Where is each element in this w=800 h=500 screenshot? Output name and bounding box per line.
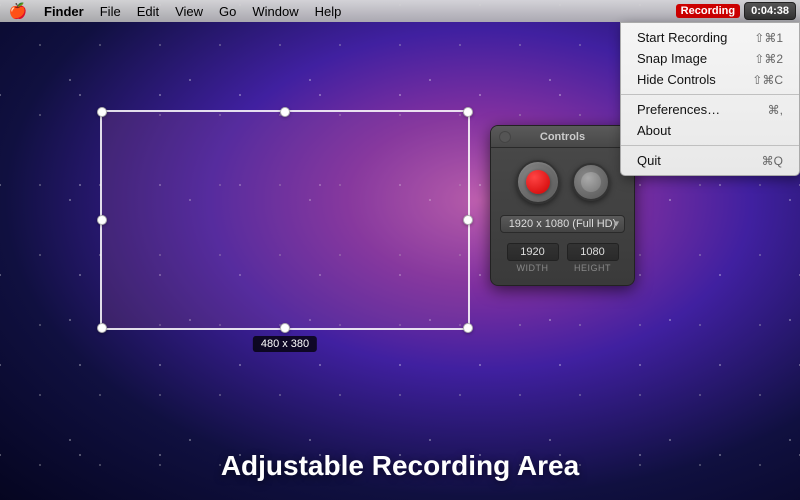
handle-top-right[interactable] [463, 107, 473, 117]
menu-about[interactable]: About [621, 120, 799, 141]
controls-close-button[interactable] [499, 131, 511, 143]
height-input[interactable] [567, 243, 619, 261]
snap-button[interactable] [572, 163, 610, 201]
menu-edit[interactable]: Edit [129, 0, 167, 22]
menu-file[interactable]: File [92, 0, 129, 22]
menu-divider-1 [621, 94, 799, 95]
handle-bottom-center[interactable] [280, 323, 290, 333]
menu-finder[interactable]: Finder [36, 0, 92, 22]
height-input-group: HEIGHT [567, 243, 619, 273]
menu-item-label: Hide Controls [637, 72, 716, 87]
menu-item-label: Preferences… [637, 102, 720, 117]
controls-panel: Controls 1920 x 1080 (Full HD) WIDTH [490, 125, 635, 286]
menu-help[interactable]: Help [307, 0, 350, 22]
dimension-tooltip: 480 x 380 [253, 336, 317, 352]
width-input[interactable] [507, 243, 559, 261]
menu-item-label: Snap Image [637, 51, 707, 66]
menu-snap-image[interactable]: Snap Image ⇧⌘2 [621, 48, 799, 69]
controls-titlebar: Controls [491, 126, 634, 148]
height-label: HEIGHT [574, 263, 611, 273]
dimension-inputs: WIDTH HEIGHT [507, 243, 619, 273]
width-input-group: WIDTH [507, 243, 559, 273]
menu-item-label: About [637, 123, 671, 138]
bottom-title: Adjustable Recording Area [0, 450, 800, 482]
snap-icon [581, 172, 601, 192]
controls-buttons [516, 160, 610, 204]
menu-view[interactable]: View [167, 0, 211, 22]
handle-bottom-left[interactable] [97, 323, 107, 333]
menu-item-label: Start Recording [637, 30, 727, 45]
width-label: WIDTH [517, 263, 549, 273]
recording-area[interactable]: 480 x 380 [100, 110, 470, 330]
menu-preferences[interactable]: Preferences… ⌘, [621, 99, 799, 120]
menu-go[interactable]: Go [211, 0, 244, 22]
menu-item-shortcut: ⌘Q [762, 154, 783, 168]
menu-start-recording[interactable]: Start Recording ⇧⌘1 [621, 27, 799, 48]
handle-bottom-right[interactable] [463, 323, 473, 333]
handle-top-left[interactable] [97, 107, 107, 117]
menubar: 🍎 Finder File Edit View Go Window Help R… [0, 0, 800, 22]
menu-item-shortcut: ⌘, [768, 103, 783, 117]
menu-hide-controls[interactable]: Hide Controls ⇧⌘C [621, 69, 799, 90]
handle-top-center[interactable] [280, 107, 290, 117]
menu-window[interactable]: Window [244, 0, 306, 22]
app-dropdown-menu: Start Recording ⇧⌘1 Snap Image ⇧⌘2 Hide … [620, 22, 800, 176]
resolution-select[interactable]: 1920 x 1080 (Full HD) [500, 215, 625, 233]
menu-divider-2 [621, 145, 799, 146]
menu-item-shortcut: ⇧⌘C [752, 73, 783, 87]
desktop: 🍎 Finder File Edit View Go Window Help R… [0, 0, 800, 500]
menubar-right: Recording 0:04:38 [676, 2, 800, 20]
record-icon [526, 170, 550, 194]
controls-body: 1920 x 1080 (Full HD) WIDTH HEIGHT [491, 148, 634, 285]
apple-menu[interactable]: 🍎 [0, 2, 36, 20]
timer-badge: 0:04:38 [744, 2, 796, 20]
menu-quit[interactable]: Quit ⌘Q [621, 150, 799, 171]
handle-middle-left[interactable] [97, 215, 107, 225]
controls-title: Controls [540, 131, 585, 143]
menu-item-shortcut: ⇧⌘2 [754, 52, 783, 66]
handle-middle-right[interactable] [463, 215, 473, 225]
menu-item-shortcut: ⇧⌘1 [754, 31, 783, 45]
record-button[interactable] [516, 160, 560, 204]
resolution-dropdown-wrapper: 1920 x 1080 (Full HD) [500, 214, 625, 233]
menu-item-label: Quit [637, 153, 661, 168]
recording-badge: Recording [676, 4, 740, 18]
